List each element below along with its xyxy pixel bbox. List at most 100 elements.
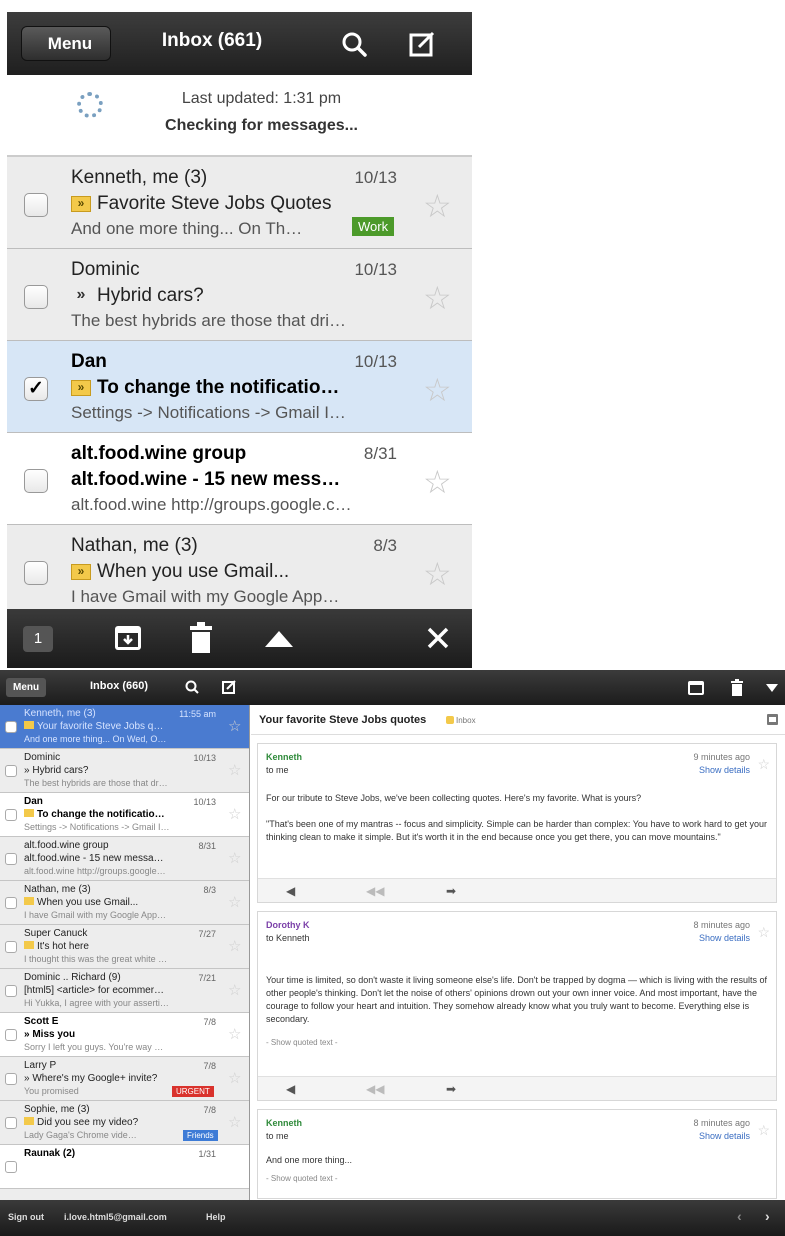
select-checkbox[interactable]: [5, 941, 17, 953]
close-icon[interactable]: [427, 627, 449, 649]
list-item[interactable]: Dominic .. Richard (9) 7/21 [html5] <art…: [0, 969, 249, 1013]
forward-icon[interactable]: ➡: [446, 1082, 456, 1096]
more-actions-up-icon[interactable]: [264, 630, 294, 648]
previous-icon[interactable]: ‹: [737, 1208, 742, 1224]
subject: » Miss you: [24, 1029, 76, 1040]
select-checkbox[interactable]: [24, 469, 48, 493]
reply-icon[interactable]: ◀: [286, 884, 295, 898]
date: 10/13: [354, 352, 397, 371]
select-checkbox[interactable]: [5, 809, 17, 821]
select-checkbox[interactable]: [5, 853, 17, 865]
star-icon[interactable]: ☆: [228, 717, 241, 735]
select-checkbox[interactable]: [5, 1073, 17, 1085]
date: 10/13: [193, 797, 216, 807]
list-item[interactable]: Dan 10/13 To change the notificatio… Set…: [0, 793, 249, 837]
list-item[interactable]: alt.food.wine group 8/31 alt.food.wine -…: [0, 837, 249, 881]
menu-button[interactable]: Menu: [21, 26, 111, 61]
sender: Nathan, me (3): [24, 884, 91, 895]
select-checkbox[interactable]: [5, 1161, 17, 1173]
search-icon[interactable]: [185, 680, 199, 694]
select-checkbox[interactable]: [5, 1117, 17, 1129]
star-icon[interactable]: ☆: [228, 1113, 241, 1131]
list-item[interactable]: Nathan, me (3) 8/3 When you use Gmail...…: [0, 881, 249, 925]
compose-icon[interactable]: [409, 31, 435, 57]
reply-icon[interactable]: ◀: [286, 1082, 295, 1096]
show-details-link[interactable]: Show details: [699, 765, 750, 775]
trash-icon[interactable]: [189, 622, 213, 654]
select-checkbox[interactable]: [5, 985, 17, 997]
star-icon[interactable]: ☆: [423, 463, 452, 501]
select-checkbox[interactable]: [5, 897, 17, 909]
next-icon[interactable]: ›: [765, 1208, 770, 1224]
important-marker-icon: »: [71, 380, 91, 396]
list-item[interactable]: Sophie, me (3) 7/8 Did you see my video?…: [0, 1101, 249, 1145]
archive-icon[interactable]: [688, 681, 704, 695]
sign-out-link[interactable]: Sign out: [8, 1212, 44, 1222]
list-item[interactable]: Nathan, me (3) 8/3 » When you use Gmail..…: [7, 525, 472, 617]
subject: » Favorite Steve Jobs Quotes: [71, 193, 401, 215]
checking-messages-text: Checking for messages...: [165, 117, 358, 134]
list-item[interactable]: Super Canuck 7/27 It's hot here I though…: [0, 925, 249, 969]
message-sender[interactable]: Dorothy K: [266, 920, 310, 930]
star-icon[interactable]: ☆: [228, 849, 241, 867]
date: 10/13: [193, 753, 216, 763]
trash-icon[interactable]: [731, 679, 743, 696]
search-icon[interactable]: [341, 31, 367, 57]
dropdown-icon[interactable]: [766, 684, 778, 692]
select-checkbox[interactable]: [24, 561, 48, 585]
list-item[interactable]: Dominic 10/13 » Hybrid cars? The best hy…: [0, 749, 249, 793]
forward-icon[interactable]: ➡: [446, 884, 456, 898]
star-icon[interactable]: ☆: [423, 279, 452, 317]
show-quoted-text-link[interactable]: - Show quoted text -: [266, 1174, 338, 1183]
list-item[interactable]: Raunak (2) 1/31: [0, 1145, 249, 1189]
star-icon[interactable]: ☆: [757, 1122, 770, 1139]
star-icon[interactable]: ☆: [423, 555, 452, 593]
select-checkbox[interactable]: [5, 1029, 17, 1041]
list-item[interactable]: Larry P 7/8 » Where's my Google+ invite?…: [0, 1057, 249, 1101]
message-sender[interactable]: Kenneth: [266, 1118, 302, 1128]
star-icon[interactable]: ☆: [228, 805, 241, 823]
inbox-label[interactable]: Inbox: [456, 716, 476, 725]
forward-marker-icon: »: [76, 286, 86, 303]
star-icon[interactable]: ☆: [228, 893, 241, 911]
list-item[interactable]: alt.food.wine group 8/31 alt.food.wine -…: [7, 433, 472, 525]
message-actions: ◀ ◀◀ ➡: [258, 878, 776, 902]
show-details-link[interactable]: Show details: [699, 933, 750, 943]
star-icon[interactable]: ☆: [757, 924, 770, 941]
compose-icon[interactable]: [222, 680, 236, 694]
help-link[interactable]: Help: [206, 1212, 226, 1222]
show-details-link[interactable]: Show details: [699, 1131, 750, 1141]
star-icon[interactable]: ☆: [228, 761, 241, 779]
star-icon[interactable]: ☆: [228, 937, 241, 955]
snippet: I thought this was the great white …: [24, 954, 168, 964]
star-icon[interactable]: ☆: [423, 371, 452, 409]
last-updated-text: Last updated: 1:31 pm: [181, 90, 342, 107]
select-checkbox[interactable]: [24, 285, 48, 309]
tablet-view: Menu Inbox (660) Kenneth, me (3) 11:55 a…: [0, 670, 785, 1236]
select-checkbox[interactable]: ✓: [24, 377, 48, 401]
important-marker-icon: [24, 941, 34, 949]
list-item[interactable]: Dominic 10/13 » Hybrid cars? The best hyb…: [7, 249, 472, 341]
list-item[interactable]: Kenneth, me (3) 10/13 » Favorite Steve Jo…: [7, 157, 472, 249]
reply-all-icon[interactable]: ◀◀: [366, 884, 384, 898]
archive-icon[interactable]: [114, 625, 142, 651]
star-icon[interactable]: ☆: [423, 187, 452, 225]
list-item[interactable]: Kenneth, me (3) 11:55 am Your favorite S…: [0, 705, 249, 749]
star-icon[interactable]: ☆: [228, 1069, 241, 1087]
star-icon[interactable]: ☆: [228, 981, 241, 999]
menu-button[interactable]: Menu: [6, 678, 47, 697]
list-item[interactable]: Scott E 7/8 » Miss you Sorry I left you …: [0, 1013, 249, 1057]
important-marker-icon: [24, 809, 34, 817]
message-time: 8 minutes ago: [693, 920, 750, 930]
print-icon[interactable]: [767, 714, 778, 725]
message-sender[interactable]: Kenneth: [266, 752, 302, 762]
reply-all-icon[interactable]: ◀◀: [366, 1082, 384, 1096]
star-icon[interactable]: ☆: [228, 1025, 241, 1043]
select-checkbox[interactable]: [5, 765, 17, 777]
show-quoted-text-link[interactable]: - Show quoted text -: [266, 1038, 338, 1047]
select-checkbox[interactable]: [24, 193, 48, 217]
sender: Dan: [24, 796, 43, 807]
select-checkbox[interactable]: [5, 721, 17, 733]
list-item[interactable]: ✓ Dan 10/13 » To change the notificatio… …: [7, 341, 472, 433]
star-icon[interactable]: ☆: [757, 756, 770, 773]
